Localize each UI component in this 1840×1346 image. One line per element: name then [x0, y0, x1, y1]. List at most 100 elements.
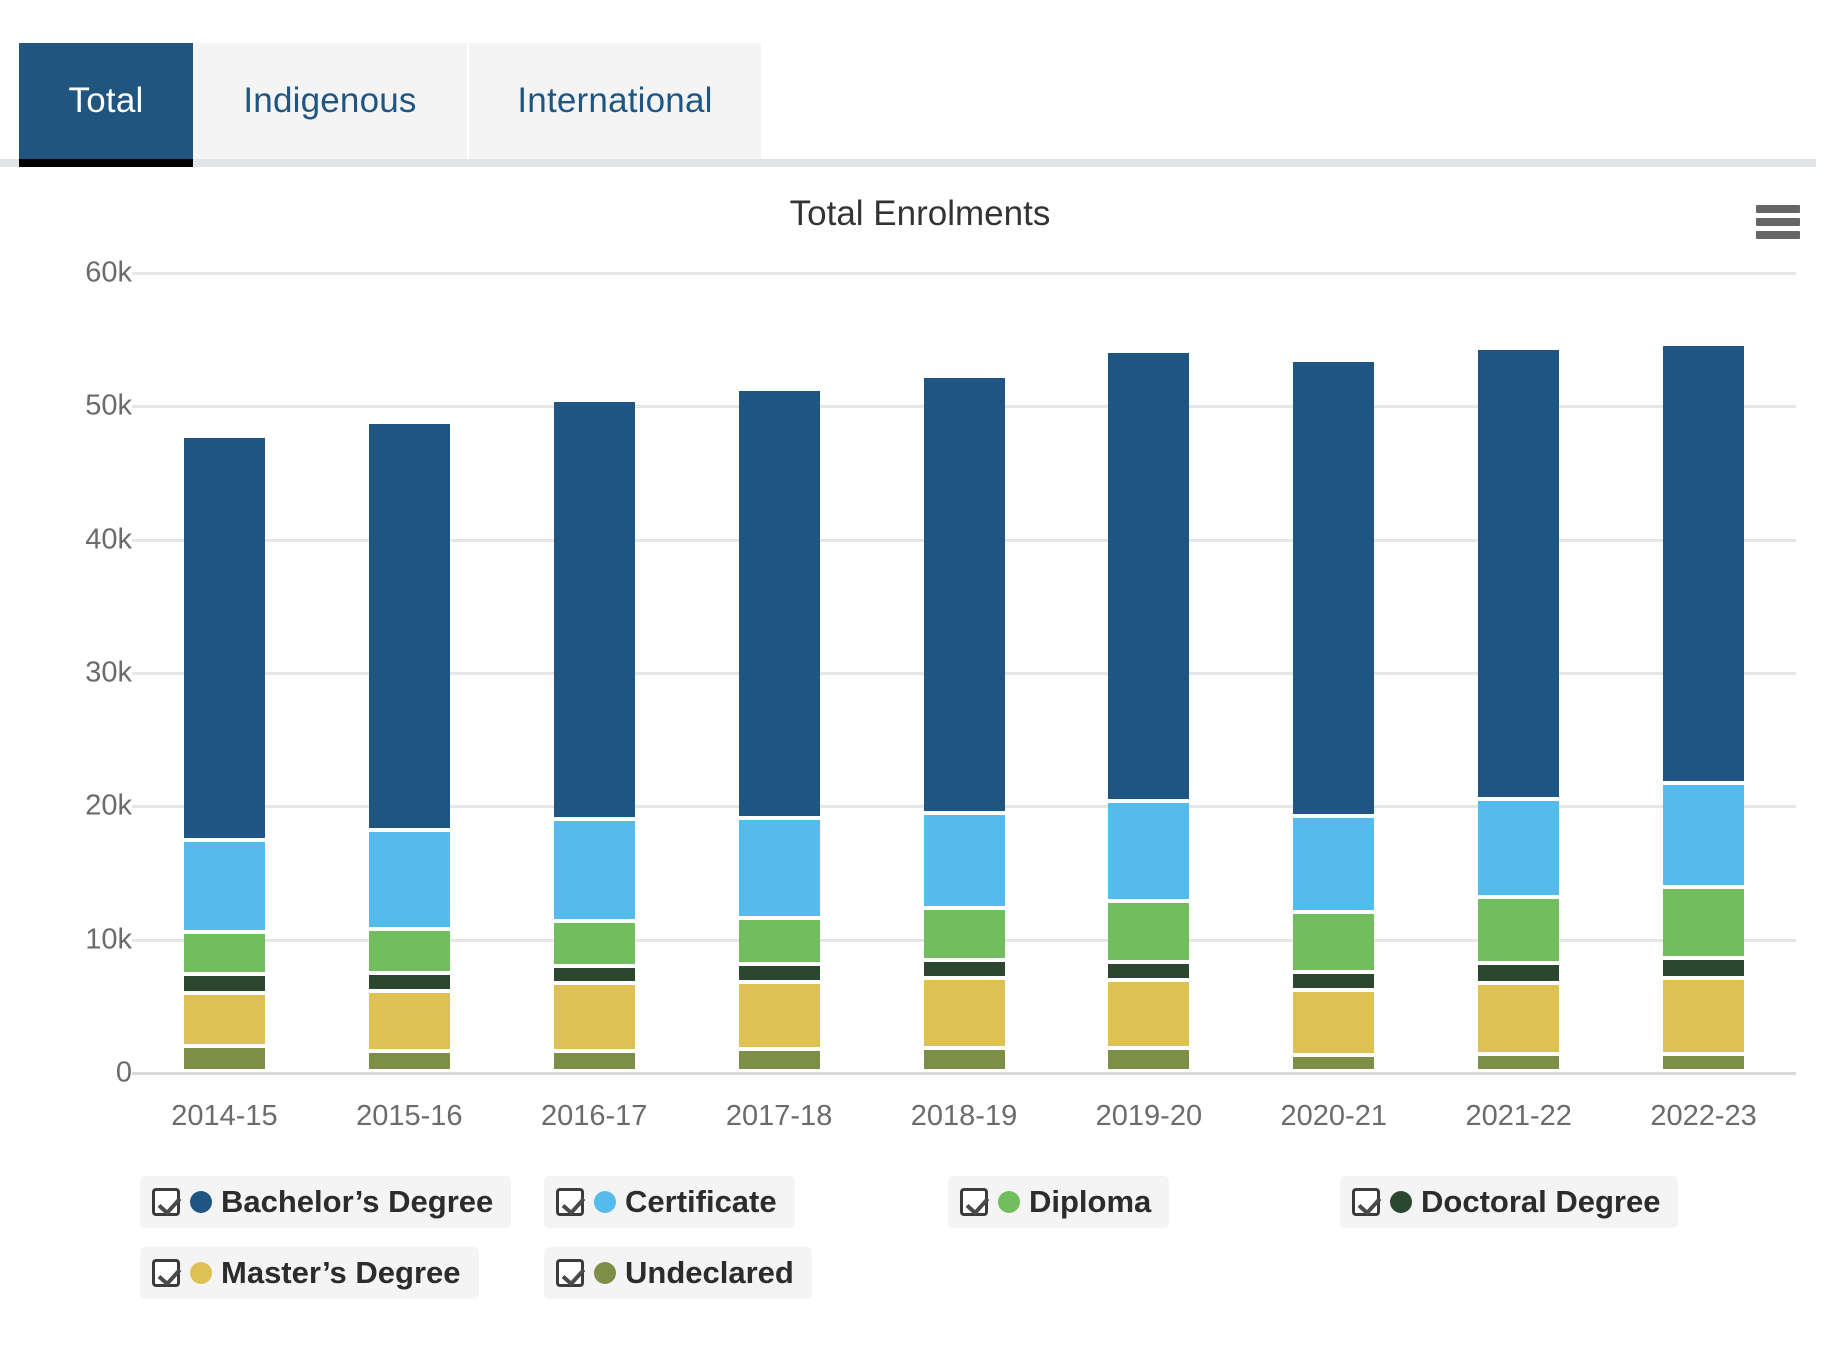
x-axis-tick-label: 2017-18 — [726, 1100, 832, 1133]
menu-bar-3 — [1756, 231, 1800, 239]
bar-segment[interactable] — [184, 842, 265, 930]
legend-item-undeclared[interactable]: Undeclared — [544, 1247, 812, 1299]
bar-segment[interactable] — [1108, 982, 1189, 1045]
bar-segment[interactable] — [924, 910, 1005, 958]
checkbox-icon[interactable] — [152, 1188, 180, 1216]
bar-segment[interactable] — [1108, 803, 1189, 899]
bar-segment[interactable] — [369, 1053, 450, 1069]
bar-segment[interactable] — [369, 975, 450, 989]
chart-page: Total Indigenous International Total Enr… — [0, 0, 1840, 1346]
checkbox-icon[interactable] — [1352, 1188, 1380, 1216]
bar-segment[interactable] — [369, 931, 450, 971]
bar-segment[interactable] — [1478, 899, 1559, 961]
x-axis-tick-label: 2019-20 — [1096, 1100, 1202, 1133]
bar-segment[interactable] — [184, 438, 265, 838]
bar-segment[interactable] — [1478, 965, 1559, 981]
bar-segment[interactable] — [1663, 785, 1744, 885]
bar-segment[interactable] — [739, 920, 820, 963]
legend-label: Doctoral Degree — [1421, 1184, 1660, 1220]
bar-segment[interactable] — [924, 980, 1005, 1046]
bar-segment[interactable] — [184, 976, 265, 991]
bar-segment[interactable] — [1293, 818, 1374, 911]
bar-segment[interactable] — [739, 391, 820, 816]
bar-segment[interactable] — [1478, 350, 1559, 797]
bar-segment[interactable] — [1293, 914, 1374, 969]
bar-segment[interactable] — [1478, 801, 1559, 895]
bar-segment[interactable] — [1663, 980, 1744, 1051]
y-axis-tick-label: 50k — [22, 390, 132, 423]
bar-segment[interactable] — [1663, 346, 1744, 781]
bar-segment[interactable] — [739, 820, 820, 916]
bar-segment[interactable] — [1293, 1057, 1374, 1069]
bar-segment[interactable] — [1108, 903, 1189, 960]
gridline — [132, 272, 1796, 275]
bar-segment[interactable] — [739, 984, 820, 1047]
bar-segment[interactable] — [924, 1050, 1005, 1069]
bar-segment[interactable] — [1293, 362, 1374, 813]
bar-segment[interactable] — [184, 934, 265, 971]
y-axis-tick-label: 60k — [22, 257, 132, 290]
bar-segment[interactable] — [1293, 992, 1374, 1053]
bar-segment[interactable] — [739, 1051, 820, 1069]
bar-segment[interactable] — [1108, 964, 1189, 979]
legend-color-dot-icon — [594, 1262, 616, 1284]
checkbox-icon[interactable] — [152, 1259, 180, 1287]
bar-segment[interactable] — [554, 1053, 635, 1069]
legend-item-doctoral-degree[interactable]: Doctoral Degree — [1340, 1176, 1678, 1228]
checkbox-icon[interactable] — [960, 1188, 988, 1216]
bar-segment[interactable] — [739, 966, 820, 980]
bar-segment[interactable] — [184, 995, 265, 1044]
legend-color-dot-icon — [190, 1191, 212, 1213]
bar-segment[interactable] — [1478, 985, 1559, 1052]
legend-color-dot-icon — [190, 1262, 212, 1284]
bar-segment[interactable] — [1478, 1056, 1559, 1069]
tab-international[interactable]: International — [469, 43, 763, 159]
legend-item-bachelors-degree[interactable]: Bachelor’s Degree — [140, 1176, 511, 1228]
legend-item-certificate[interactable]: Certificate — [544, 1176, 795, 1228]
bar-segment[interactable] — [369, 993, 450, 1049]
x-axis-tick-label: 2021-22 — [1465, 1100, 1571, 1133]
menu-bar-1 — [1756, 205, 1800, 213]
checkbox-icon[interactable] — [556, 1259, 584, 1287]
bar-segment[interactable] — [554, 821, 635, 919]
bar-segment[interactable] — [924, 962, 1005, 976]
bar-segment[interactable] — [1108, 1050, 1189, 1069]
bar-segment[interactable] — [1663, 889, 1744, 956]
gridline — [132, 805, 1796, 808]
legend-label: Undeclared — [625, 1255, 794, 1291]
bar-segment[interactable] — [924, 378, 1005, 811]
gridline — [132, 539, 1796, 542]
y-axis-tick-label: 30k — [22, 657, 132, 690]
tab-indigenous[interactable]: Indigenous — [193, 43, 469, 159]
legend-label: Diploma — [1029, 1184, 1151, 1220]
gridline — [132, 405, 1796, 408]
bar-segment[interactable] — [1293, 974, 1374, 988]
legend-color-dot-icon — [1390, 1191, 1412, 1213]
bar-segment[interactable] — [554, 985, 635, 1049]
legend-item-masters-degree[interactable]: Master’s Degree — [140, 1247, 479, 1299]
bar-segment[interactable] — [369, 424, 450, 828]
bar-segment[interactable] — [554, 968, 635, 981]
bar-segment[interactable] — [924, 815, 1005, 906]
bar-segment[interactable] — [554, 923, 635, 964]
legend-row-2: Master’s Degree Undeclared — [140, 1247, 1760, 1308]
bar-segment[interactable] — [554, 402, 635, 817]
legend-label: Certificate — [625, 1184, 777, 1220]
bar-segment[interactable] — [369, 832, 450, 927]
checkbox-icon[interactable] — [556, 1188, 584, 1216]
hamburger-menu-icon[interactable] — [1756, 205, 1800, 239]
legend-label: Bachelor’s Degree — [221, 1184, 493, 1220]
x-axis-tick-label: 2016-17 — [541, 1100, 647, 1133]
x-axis-tick-label: 2022-23 — [1650, 1100, 1756, 1133]
bar-segment[interactable] — [184, 1048, 265, 1069]
tab-total[interactable]: Total — [19, 43, 193, 159]
menu-bar-2 — [1756, 218, 1800, 226]
bar-segment[interactable] — [1108, 353, 1189, 799]
bar-segment[interactable] — [1663, 960, 1744, 976]
x-axis-tick-label: 2015-16 — [356, 1100, 462, 1133]
bar-segment[interactable] — [1663, 1056, 1744, 1069]
tab-indigenous-label: Indigenous — [243, 81, 416, 121]
tab-international-label: International — [517, 81, 712, 121]
y-axis-tick-label: 0 — [22, 1057, 132, 1090]
legend-item-diploma[interactable]: Diploma — [948, 1176, 1169, 1228]
